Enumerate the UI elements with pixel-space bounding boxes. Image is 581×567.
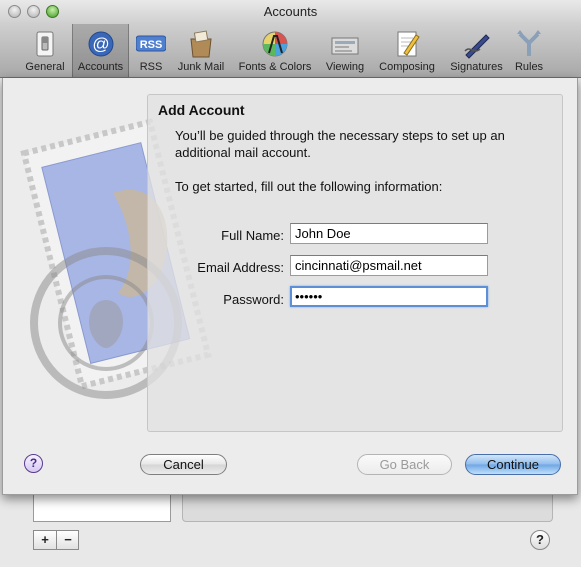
signature-pen-icon bbox=[463, 34, 490, 59]
toolbar-signatures[interactable]: Signatures bbox=[445, 24, 508, 77]
add-account-button[interactable]: + bbox=[34, 531, 56, 549]
window-title: Accounts bbox=[263, 4, 318, 19]
toolbar-fonts-colors[interactable]: Fonts & Colors bbox=[233, 24, 317, 77]
cancel-button[interactable]: Cancel bbox=[140, 454, 227, 475]
rules-icon bbox=[517, 30, 541, 56]
add-account-sheet: Add Account You’ll be guided through the… bbox=[2, 78, 578, 495]
remove-account-button[interactable]: − bbox=[56, 531, 79, 549]
preferences-toolbar: General @ Accounts RSS RSS Junk Mail Fon… bbox=[0, 24, 581, 78]
toolbar-composing[interactable]: Composing bbox=[373, 24, 441, 77]
rss-icon: RSS bbox=[136, 35, 166, 52]
at-sign-icon: @ bbox=[88, 31, 113, 57]
sheet-heading: Add Account bbox=[158, 102, 245, 118]
toolbar-general[interactable]: General bbox=[21, 24, 69, 77]
viewing-icon bbox=[331, 37, 359, 55]
fonts-colors-icon bbox=[262, 31, 288, 57]
go-back-button[interactable]: Go Back bbox=[357, 454, 452, 475]
password-label: Password: bbox=[223, 292, 284, 307]
junk-mail-icon bbox=[190, 30, 212, 58]
full-name-field[interactable] bbox=[290, 223, 488, 244]
sheet-intro-text: You’ll be guided through the necessary s… bbox=[175, 128, 505, 160]
toolbar-rules[interactable]: Rules bbox=[512, 24, 546, 77]
password-field[interactable] bbox=[290, 286, 488, 307]
title-bar: Accounts bbox=[0, 0, 581, 24]
pane-help-button[interactable]: ? bbox=[530, 530, 550, 550]
rss-glyph: RSS bbox=[140, 39, 163, 51]
toolbar-viewing[interactable]: Viewing bbox=[322, 24, 368, 77]
toolbar-accounts[interactable]: @ Accounts bbox=[72, 24, 129, 77]
email-address-label: Email Address: bbox=[197, 260, 284, 275]
sheet-prompt-text: To get started, fill out the following i… bbox=[175, 179, 443, 194]
add-remove-control: + − bbox=[33, 530, 79, 550]
light-switch-icon bbox=[36, 31, 54, 57]
continue-button[interactable]: Continue bbox=[465, 454, 561, 475]
toolbar-rss[interactable]: RSS RSS bbox=[134, 24, 168, 77]
help-button[interactable]: ? bbox=[24, 454, 43, 473]
full-name-label: Full Name: bbox=[221, 228, 284, 243]
composing-icon bbox=[397, 31, 420, 57]
at-sign-glyph: @ bbox=[92, 35, 109, 54]
email-address-field[interactable] bbox=[290, 255, 488, 276]
toolbar-junk-mail[interactable]: Junk Mail bbox=[174, 24, 228, 77]
